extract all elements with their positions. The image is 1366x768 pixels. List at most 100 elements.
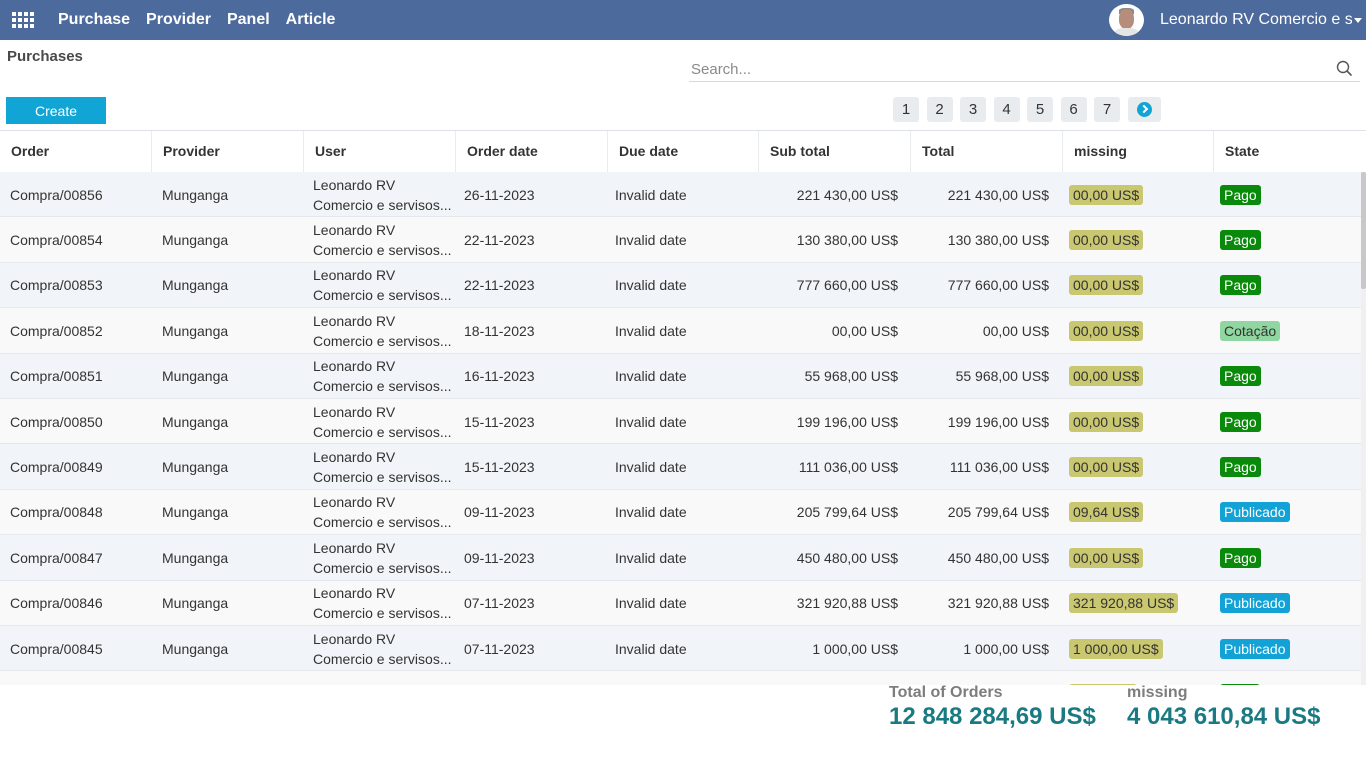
menu-item-article[interactable]: Article <box>286 11 336 29</box>
order-date-cell: 07-11-2023 <box>464 640 535 657</box>
create-button[interactable]: Create <box>6 97 106 124</box>
state-badge: Publicado <box>1220 593 1290 614</box>
table-row[interactable]: Compra/00849 Munganga 15-11-2023 Invalid da… <box>0 444 1366 490</box>
subtotal-cell: 221 430,00 US$ <box>796 186 898 203</box>
page-6-button[interactable]: 6 <box>1060 97 1087 122</box>
missing-cell: 00,00 US$ <box>1069 399 1144 444</box>
table-row[interactable]: Compra/00851 Munganga 16-11-2023 Invalid da… <box>0 353 1366 399</box>
missing-cell: 00,00 US$ <box>1069 217 1144 262</box>
total-cell: 321 920,88 US$ <box>947 595 1049 612</box>
column-header-sub-total[interactable]: Sub total <box>759 131 911 172</box>
total-cell: 1 000,00 US$ <box>963 640 1049 657</box>
column-header-user[interactable]: User <box>304 131 456 172</box>
total-cell: 221 430,00 US$ <box>947 186 1049 203</box>
missing-badge: 00,00 US$ <box>1069 275 1144 296</box>
column-header-missing[interactable]: missing <box>1063 131 1214 172</box>
user-cell: Leonardo RV Comercio e servisos... <box>313 581 451 626</box>
table-row[interactable]: Compra/00856 Munganga 26-11-2023 Invalid da… <box>0 172 1366 218</box>
page-7-button[interactable]: 7 <box>1094 97 1120 122</box>
state-badge: Pago <box>1220 411 1261 432</box>
table-scrollbar[interactable] <box>1361 172 1366 685</box>
provider-cell: Munganga <box>162 322 229 339</box>
user-cell: Leonardo RV Comercio e servisos... <box>313 444 451 489</box>
missing-badge: 321 920,88 US$ <box>1069 593 1179 614</box>
user-name-line1: Leonardo RV <box>313 312 396 329</box>
table-row[interactable]: Compra/00846 Munganga 07-11-2023 Invalid da… <box>0 580 1366 626</box>
column-header-state[interactable]: State <box>1214 131 1366 172</box>
total-cell: 205 799,64 US$ <box>947 504 1049 521</box>
due-date-cell: Invalid date <box>615 640 687 657</box>
page-1-button[interactable]: 1 <box>893 97 919 122</box>
missing-summary: missing 4 043 610,84 US$ <box>1127 684 1347 732</box>
menu-item-panel[interactable]: Panel <box>227 11 270 29</box>
missing-cell: 00,00 US$ <box>1069 263 1144 308</box>
user-cell: Leonardo RV Comercio e servisos... <box>313 535 451 580</box>
state-cell: Pago <box>1220 535 1261 580</box>
order-date-cell: 22-11-2023 <box>464 231 535 248</box>
user-name-line2: Comercio e servisos... <box>313 196 452 213</box>
column-header-provider[interactable]: Provider <box>152 131 304 172</box>
caret-down-icon <box>1354 17 1362 23</box>
user-cell: Leonardo RV Comercio e servisos... <box>313 172 451 217</box>
order-date-cell: 07-11-2023 <box>464 595 535 612</box>
table-row[interactable]: Compra/00852 Munganga 18-11-2023 Invalid da… <box>0 308 1366 354</box>
total-cell: 130 380,00 US$ <box>947 231 1049 248</box>
column-header-order-date[interactable]: Order date <box>456 131 608 172</box>
column-header-order[interactable]: Order <box>0 131 152 172</box>
state-cell: Pago <box>1220 444 1261 489</box>
user-cell: Leonardo RV Comercio e servisos... <box>313 626 451 671</box>
table-row[interactable]: Leonardo RV <box>0 671 1366 685</box>
state-cell: Publicado <box>1220 581 1290 626</box>
provider-cell: Munganga <box>162 277 229 294</box>
scrollbar-thumb[interactable] <box>1361 172 1366 289</box>
state-cell: Pago <box>1220 217 1261 262</box>
user-cell: Leonardo RV Comercio e servisos... <box>313 263 451 308</box>
table-row[interactable]: Compra/00848 Munganga 09-11-2023 Invalid da… <box>0 489 1366 536</box>
total-cell: 450 480,00 US$ <box>947 549 1049 566</box>
order-date-cell: 09-11-2023 <box>464 549 535 566</box>
provider-cell: Munganga <box>162 368 229 385</box>
table-header: Order Provider User Order date Due date … <box>0 131 1366 172</box>
page-5-button[interactable]: 5 <box>1027 97 1053 122</box>
apps-menu-icon[interactable] <box>12 12 34 29</box>
state-badge: Pago <box>1220 229 1261 250</box>
search-input[interactable] <box>689 57 1319 81</box>
next-page-button[interactable] <box>1127 97 1161 122</box>
order-cell: Compra/00854 <box>10 231 103 248</box>
user-name-line1: Leonardo RV <box>313 494 396 511</box>
subtotal-cell: 111 036,00 US$ <box>798 458 898 475</box>
due-date-cell: Invalid date <box>615 231 687 248</box>
page-2-button[interactable]: 2 <box>926 97 953 122</box>
provider-cell: Munganga <box>162 458 229 475</box>
menu-item-provider[interactable]: Provider <box>146 11 211 29</box>
column-header-total[interactable]: Total <box>911 131 1063 172</box>
state-cell: Pago <box>1220 354 1261 399</box>
menu-item-purchase[interactable]: Purchase <box>58 11 130 29</box>
table-row[interactable]: Compra/00850 Munganga 15-11-2023 Invalid da… <box>0 399 1366 445</box>
missing-badge: 00,00 US$ <box>1069 229 1144 250</box>
missing-cell: 00,00 US$ <box>1069 535 1144 580</box>
table-row[interactable]: Compra/00845 Munganga 07-11-2023 Invalid da… <box>0 626 1366 672</box>
user-name-line1: Leonardo RV <box>313 176 396 193</box>
state-cell: Publicado <box>1220 490 1290 535</box>
table-row[interactable]: Compra/00847 Munganga 09-11-2023 Invalid da… <box>0 535 1366 581</box>
table-row[interactable]: Compra/00853 Munganga 22-11-2023 Invalid da… <box>0 262 1366 309</box>
due-date-cell: Invalid date <box>615 413 687 430</box>
user-menu[interactable]: Leonardo RV Comercio e servisos <box>1160 0 1366 40</box>
page-4-button[interactable]: 4 <box>993 97 1020 122</box>
user-cell: Leonardo RV Comercio e servisos... <box>313 490 451 535</box>
user-avatar[interactable] <box>1109 4 1144 36</box>
table-row[interactable]: Compra/00854 Munganga 22-11-2023 Invalid da… <box>0 217 1366 263</box>
user-name-line2: Comercio e servisos... <box>313 468 452 485</box>
missing-cell: 321 920,88 US$ <box>1069 581 1179 626</box>
state-badge: Cotação <box>1220 320 1281 341</box>
missing-cell: 00,00 US$ <box>1069 172 1144 217</box>
due-date-cell: Invalid date <box>615 549 687 566</box>
state-badge: Pago <box>1220 275 1261 296</box>
column-header-due-date[interactable]: Due date <box>608 131 759 172</box>
page-3-button[interactable]: 3 <box>960 97 986 122</box>
user-cell: Leonardo RV <box>313 671 395 685</box>
search-icon[interactable] <box>1336 60 1352 76</box>
due-date-cell: Invalid date <box>615 458 687 475</box>
subtotal-cell: 130 380,00 US$ <box>796 231 898 248</box>
